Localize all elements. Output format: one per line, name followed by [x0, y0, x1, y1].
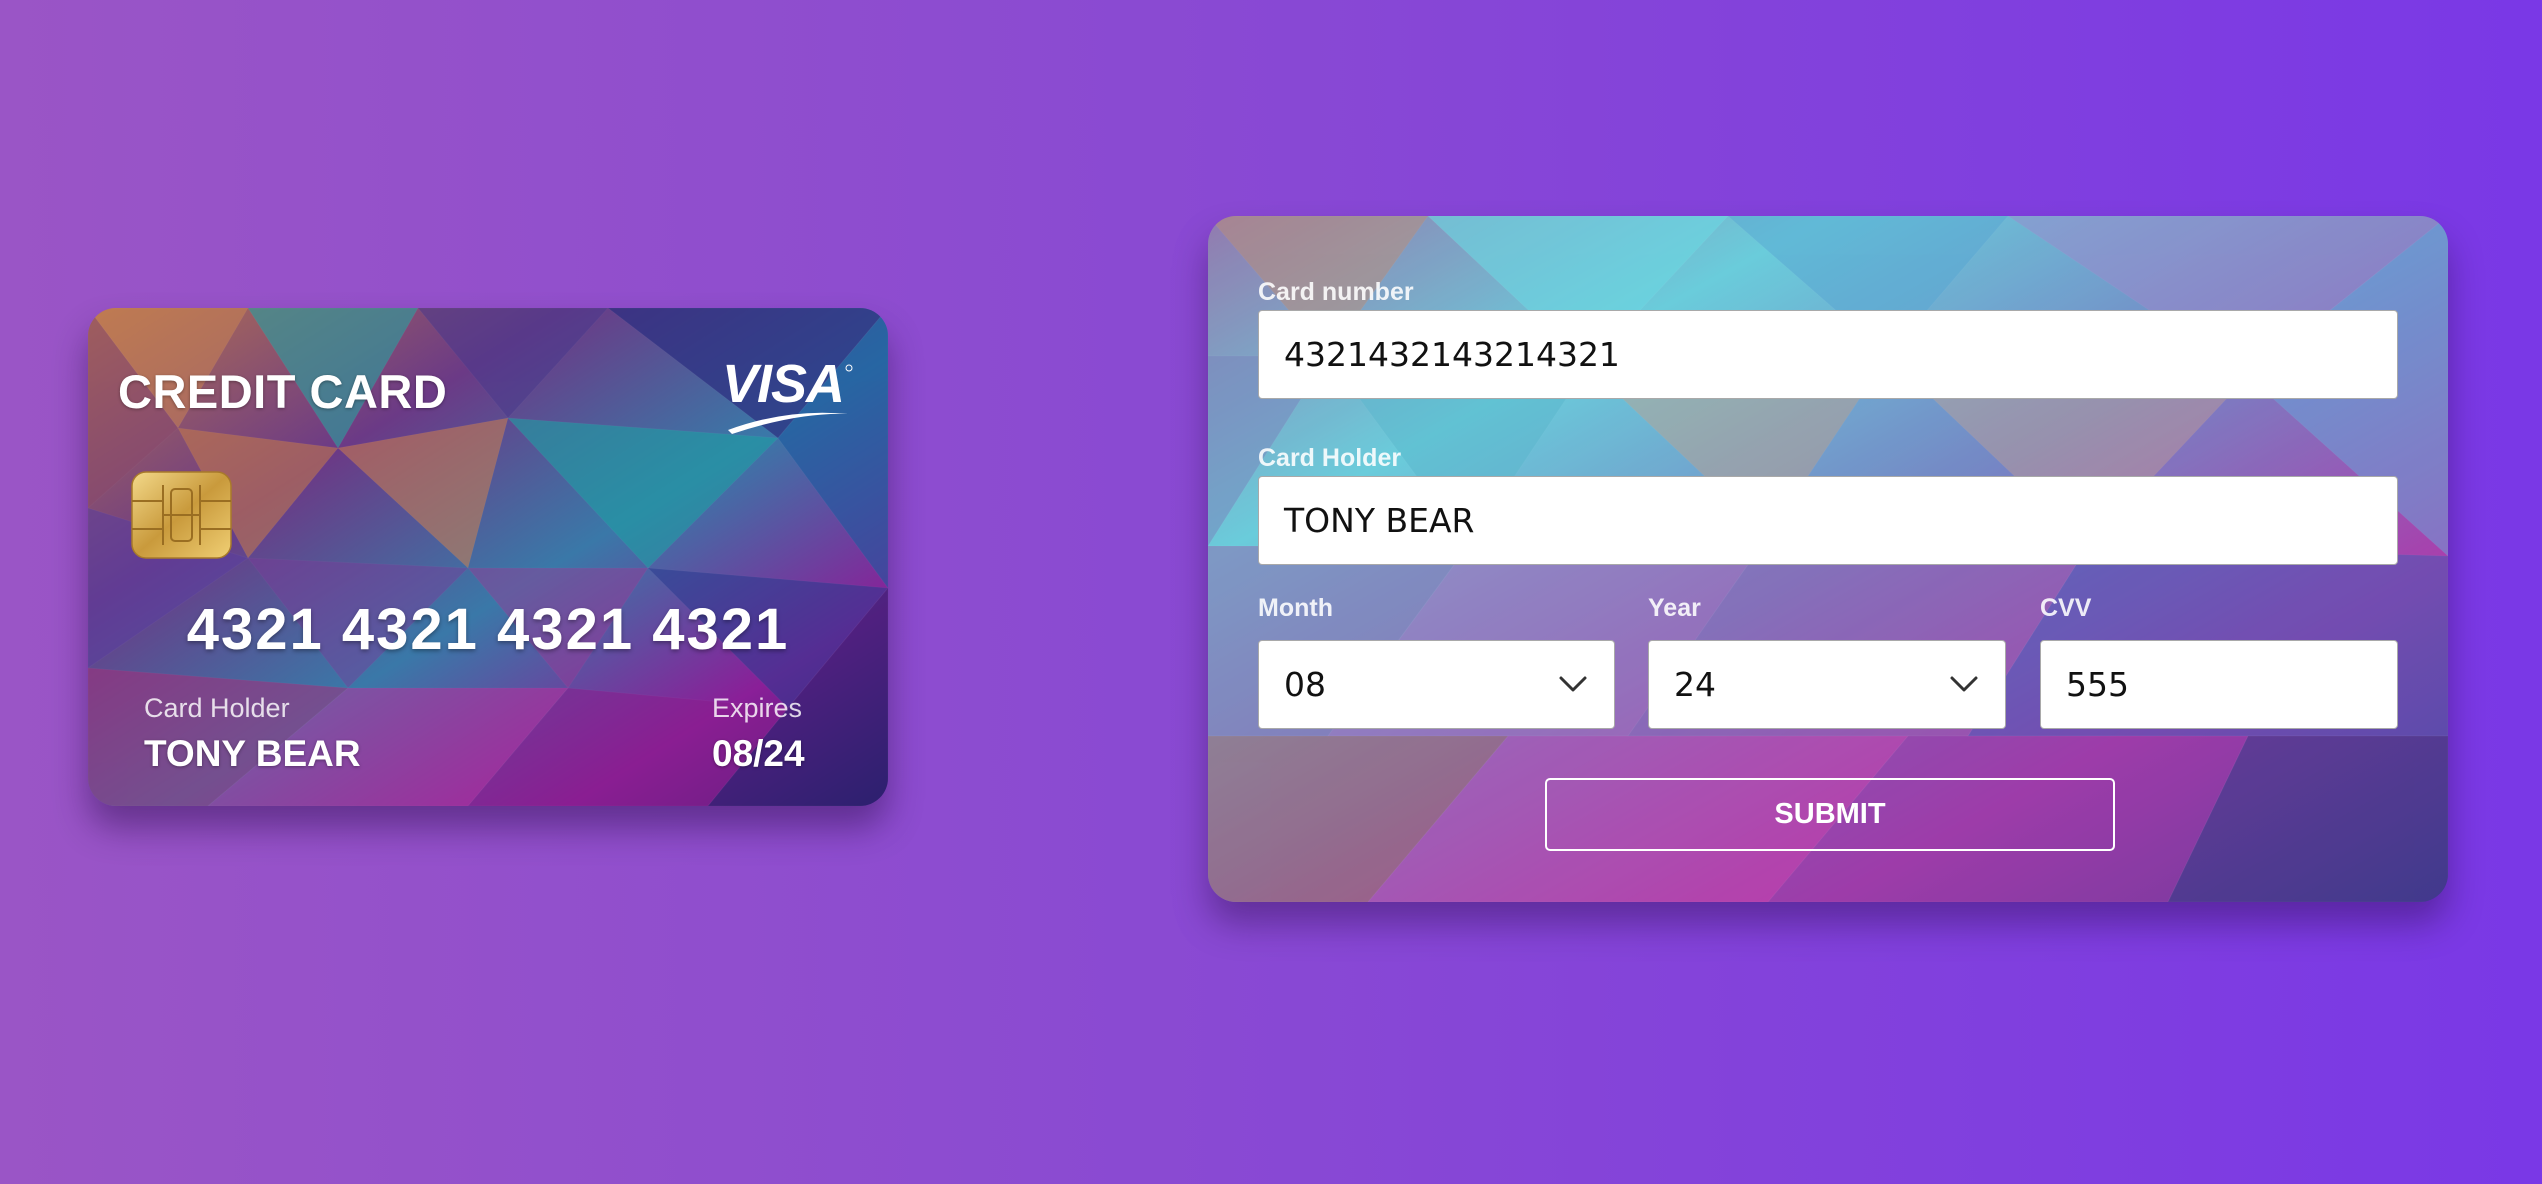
- card-holder-field-value: TONY BEAR: [1284, 501, 1475, 540]
- expires-label: Expires: [712, 693, 803, 723]
- payment-form: Card number 4321432143214321 Card Holder…: [1208, 216, 2448, 902]
- year-select-value: 24: [1674, 665, 1716, 704]
- month-select[interactable]: 08: [1258, 640, 1615, 729]
- year-label: Year: [1648, 594, 1701, 622]
- card-number-field-value: 4321432143214321: [1284, 335, 1620, 374]
- visa-logo-text: VISA: [722, 354, 844, 414]
- year-select[interactable]: 24: [1648, 640, 2006, 729]
- month-label: Month: [1258, 594, 1333, 622]
- card-holder-label: Card Holder: [144, 693, 290, 723]
- month-select-value: 08: [1284, 665, 1326, 704]
- card-number-display: 4321 4321 4321 4321: [186, 597, 790, 662]
- cvv-field-value: 555: [2066, 665, 2129, 704]
- chevron-down-icon: [1950, 676, 1978, 692]
- chip-icon: [131, 471, 232, 559]
- card-holder-field[interactable]: TONY BEAR: [1258, 476, 2398, 565]
- expires-value: 08/24: [712, 733, 805, 774]
- visa-logo: VISA: [722, 354, 853, 434]
- card-title: CREDIT CARD: [118, 365, 448, 418]
- card-number-label: Card number: [1258, 278, 1414, 306]
- card-holder-value: TONY BEAR: [144, 733, 361, 774]
- cvv-label: CVV: [2040, 594, 2092, 622]
- card-holder-field-label: Card Holder: [1258, 444, 1402, 472]
- card-number-field[interactable]: 4321432143214321: [1258, 310, 2398, 399]
- cvv-field[interactable]: 555: [2040, 640, 2398, 729]
- submit-button[interactable]: SUBMIT: [1545, 778, 2115, 851]
- chevron-down-icon: [1559, 676, 1587, 692]
- credit-card-preview: CREDIT CARD VISA 4321 4321 4321 4321 Car…: [88, 308, 888, 806]
